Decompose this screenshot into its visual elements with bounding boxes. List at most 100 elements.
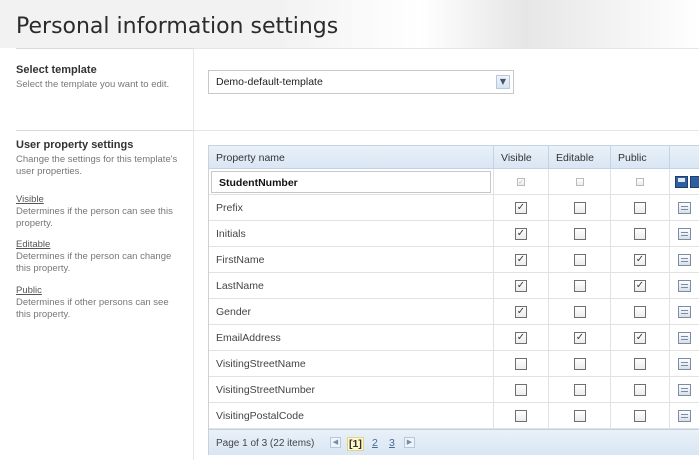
save-icon[interactable] — [675, 176, 688, 188]
column-header-editable[interactable]: Editable — [549, 146, 611, 168]
actions-cell — [670, 377, 699, 402]
visible-checkbox[interactable]: ✓ — [515, 254, 527, 266]
public-checkbox[interactable] — [634, 410, 646, 422]
visible-checkbox[interactable] — [515, 410, 527, 422]
edit-icon[interactable] — [678, 280, 691, 292]
public-checkbox[interactable] — [636, 178, 644, 186]
editable-checkbox[interactable] — [574, 384, 586, 396]
visible-checkbox[interactable] — [515, 358, 527, 370]
editable-checkbox[interactable]: ✓ — [574, 332, 586, 344]
edit-icon[interactable] — [678, 384, 691, 396]
property-name-cell: EmailAddress — [209, 325, 494, 350]
public-checkbox[interactable] — [634, 358, 646, 370]
public-checkbox[interactable] — [634, 228, 646, 240]
table-row[interactable]: FirstName ✓ ✓ — [209, 247, 699, 273]
public-cell: ✓ — [611, 273, 670, 298]
actions-cell — [670, 247, 699, 272]
property-name-cell: LastName — [209, 273, 494, 298]
actions-cell — [670, 403, 699, 428]
page-link-1[interactable]: [1] — [347, 437, 364, 451]
page-link-2[interactable]: 2 — [372, 437, 378, 449]
property-name: Gender — [216, 306, 252, 318]
edit-icon[interactable] — [678, 306, 691, 318]
table-row[interactable]: Initials ✓ — [209, 221, 699, 247]
public-help-link[interactable]: Public — [16, 285, 42, 296]
column-header-public[interactable]: Public — [611, 146, 670, 168]
visible-cell: ✓ — [494, 247, 549, 272]
public-checkbox[interactable]: ✓ — [634, 254, 646, 266]
editable-checkbox[interactable] — [576, 178, 584, 186]
editable-checkbox[interactable] — [574, 410, 586, 422]
cancel-icon[interactable] — [690, 176, 699, 188]
select-template-description: Select the template you want to edit. — [16, 79, 170, 90]
visible-checkbox[interactable]: ✓ — [515, 280, 527, 292]
editable-checkbox[interactable] — [574, 254, 586, 266]
previous-page-icon[interactable]: ◀ — [330, 437, 341, 448]
chevron-down-icon[interactable]: ▼ — [496, 75, 510, 89]
visible-checkbox[interactable]: ✓ — [515, 332, 527, 344]
edit-icon[interactable] — [678, 254, 691, 266]
editable-cell — [549, 195, 611, 220]
editable-cell — [549, 299, 611, 324]
property-name-cell: VisitingStreetNumber — [209, 377, 494, 402]
property-name: FirstName — [216, 254, 265, 266]
visible-checkbox[interactable]: ✓ — [515, 228, 527, 240]
public-checkbox[interactable] — [634, 202, 646, 214]
visible-checkbox[interactable]: ✓ — [517, 178, 525, 186]
editable-checkbox[interactable] — [574, 202, 586, 214]
public-checkbox[interactable]: ✓ — [634, 280, 646, 292]
next-page-icon[interactable]: ▶ — [404, 437, 415, 448]
edit-icon[interactable] — [678, 358, 691, 370]
visible-cell: ✓ — [494, 273, 549, 298]
property-name: Initials — [216, 228, 246, 240]
visible-cell — [494, 403, 549, 428]
public-cell — [611, 195, 670, 220]
editable-checkbox[interactable] — [574, 358, 586, 370]
edit-icon[interactable] — [678, 332, 691, 344]
visible-help-link[interactable]: Visible — [16, 194, 44, 205]
column-header-property-name[interactable]: Property name — [209, 146, 494, 168]
actions-cell — [670, 325, 699, 350]
property-name-input[interactable]: StudentNumber — [211, 171, 491, 193]
table-row[interactable]: VisitingStreetName — [209, 351, 699, 377]
table-row[interactable]: VisitingPostalCode — [209, 403, 699, 429]
column-header-label: Public — [618, 152, 647, 164]
grid-pager: Page 1 of 3 (22 items) ◀ [1] 2 3 ▶ — [209, 429, 699, 455]
public-checkbox[interactable] — [634, 306, 646, 318]
property-name: LastName — [216, 280, 264, 292]
table-row[interactable]: EmailAddress ✓ ✓ ✓ — [209, 325, 699, 351]
template-select[interactable]: Demo-default-template ▼ — [208, 70, 514, 94]
edit-icon[interactable] — [678, 202, 691, 214]
property-name-cell: Initials — [209, 221, 494, 246]
edit-icon[interactable] — [678, 410, 691, 422]
actions-cell — [670, 273, 699, 298]
visible-checkbox[interactable]: ✓ — [515, 306, 527, 318]
template-select-value: Demo-default-template — [216, 76, 323, 88]
editable-checkbox[interactable] — [574, 280, 586, 292]
grid-header: Property name Visible Editable Public — [209, 145, 699, 169]
column-header-label: Property name — [216, 152, 285, 164]
property-name-cell: StudentNumber — [209, 169, 494, 194]
divider — [193, 48, 699, 49]
column-header-visible[interactable]: Visible — [494, 146, 549, 168]
edit-icon[interactable] — [678, 228, 691, 240]
page-link-3[interactable]: 3 — [389, 437, 395, 449]
visible-checkbox[interactable] — [515, 384, 527, 396]
property-name-cell: FirstName — [209, 247, 494, 272]
property-name: VisitingStreetName — [216, 358, 306, 370]
editable-cell — [549, 377, 611, 402]
visible-checkbox[interactable]: ✓ — [515, 202, 527, 214]
divider — [193, 130, 699, 131]
public-checkbox[interactable] — [634, 384, 646, 396]
public-checkbox[interactable]: ✓ — [634, 332, 646, 344]
editable-checkbox[interactable] — [574, 306, 586, 318]
editable-help-link[interactable]: Editable — [16, 239, 50, 250]
actions-cell — [670, 221, 699, 246]
table-row[interactable]: LastName ✓ ✓ — [209, 273, 699, 299]
table-row[interactable]: Prefix ✓ — [209, 195, 699, 221]
table-row[interactable]: VisitingStreetNumber — [209, 377, 699, 403]
property-name: Prefix — [216, 202, 243, 214]
table-row[interactable]: Gender ✓ — [209, 299, 699, 325]
editable-checkbox[interactable] — [574, 228, 586, 240]
visible-cell — [494, 351, 549, 376]
